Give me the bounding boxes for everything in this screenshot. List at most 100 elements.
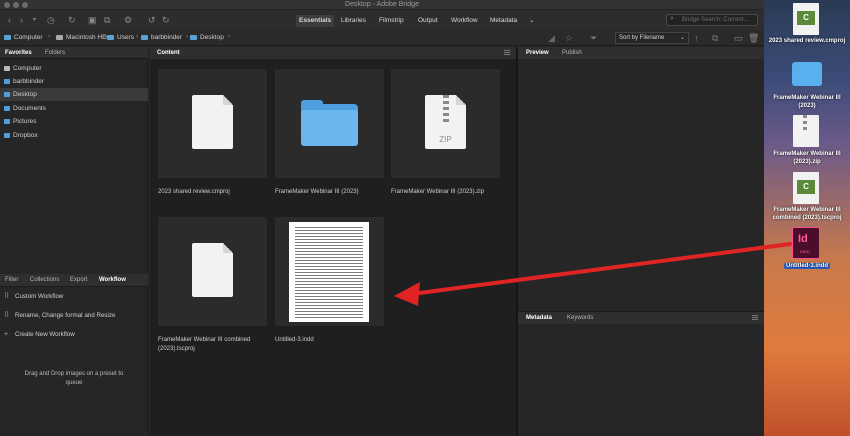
tab-workflow[interactable]: Workflow [99,276,126,284]
computer-icon [4,66,10,71]
desktop-item-label: 2023 shared review.cmproj [768,38,846,44]
tab-collections[interactable]: Collections [30,276,59,284]
camera-icon[interactable]: ▣ [88,14,97,26]
thumbnail-cmproj[interactable] [158,69,267,178]
computer-icon [4,34,11,40]
chevron-down-icon[interactable]: ▾ [33,14,36,26]
chevron-right-icon: › [228,33,231,40]
sort-dropdown[interactable]: Sort by Filename ⌄ [615,32,689,44]
recent-icon[interactable]: ◷ [47,14,55,26]
rotate-left-icon[interactable]: ↺ [148,14,156,26]
folder-icon [190,34,197,40]
folder-icon [4,119,10,124]
tab-folders[interactable]: Folders [45,49,65,57]
camtasia-badge: C [797,180,815,194]
quality-icon[interactable]: ◢ [548,32,555,44]
tab-filmstrip[interactable]: Filmstrip [379,16,404,26]
favorite-computer[interactable]: Computer [0,62,148,75]
new-folder-icon[interactable]: ▭ [734,32,743,44]
favorite-pictures[interactable]: Pictures [0,115,148,128]
breadcrumb-users[interactable]: Users [107,33,134,43]
chevron-right-icon: › [136,33,139,40]
desktop-item-label: FrameMaker Webinar III (2023) [773,95,841,109]
favorite-documents[interactable]: Documents [0,102,148,115]
zip-label: ZIP [439,135,452,144]
document-icon: C [793,172,819,204]
star-filter-icon[interactable]: ☆ [565,32,573,44]
document-icon: C [793,3,819,35]
tab-libraries[interactable]: Libraries [341,16,366,26]
page-preview [289,222,369,322]
tab-filter[interactable]: Filter [5,276,18,284]
folder-icon-front [301,110,358,146]
breadcrumb-macintosh-hd[interactable]: Macintosh HD [56,33,107,43]
search-input[interactable]: Bridge Search: Current... [666,14,758,26]
favorite-dropbox[interactable]: Dropbox [0,129,148,142]
content-tabs: Content [150,47,516,59]
forward-icon[interactable]: › [20,14,23,26]
tab-content[interactable]: Content [157,49,180,57]
favorite-barbbinder[interactable]: barbbinder [0,75,148,88]
filter-icon[interactable]: ⏷ [590,32,597,44]
breadcrumb-barbbinder[interactable]: barbbinder [141,33,182,43]
open-recent-icon[interactable]: ⧉ [712,32,718,44]
preview-tabs: Preview Publish [518,47,764,59]
thumbnail-folder[interactable] [275,69,384,178]
settings-icon[interactable]: ⚙ [124,14,132,26]
search-icon: ⌕ [670,15,674,22]
chevron-down-icon: ⌄ [679,35,685,41]
tab-export[interactable]: Export [70,276,87,284]
workflow-rename-resize[interactable]: ⠿ Rename, Change format and Resize [0,309,148,323]
content-panel: Content 2023 shared review.cmproj FrameM… [150,47,516,436]
delete-icon[interactable]: 🗑 [748,32,759,44]
tab-output[interactable]: Output [418,16,438,26]
desktop-item-label: Untitled-3.indd [784,263,830,269]
tab-essentials[interactable]: Essentials [296,15,335,27]
thumbnail-caption: FrameMaker Webinar III (2023) [275,189,359,195]
desktop-item-folder[interactable] [792,58,822,90]
desktop-item-tscproj[interactable]: C [793,172,819,204]
folder-icon [141,34,148,40]
tab-metadata[interactable]: Metadata [490,16,517,26]
desktop-item-cmproj[interactable]: C [793,3,819,35]
sort-ascending-icon[interactable]: ↑ [694,32,699,44]
get-photos-icon[interactable]: ⧉ [104,14,110,26]
zip-strip [803,115,807,131]
chevron-right-icon: › [186,33,189,40]
tab-preview[interactable]: Preview [526,49,549,57]
favorite-desktop[interactable]: Desktop [0,88,148,101]
preview-panel: Preview Publish [518,47,764,309]
thumbnail-caption: 2023 shared review.cmproj [158,189,230,195]
rotate-right-icon[interactable]: ↻ [162,14,170,26]
tab-publish[interactable]: Publish [562,49,582,57]
tab-workflow[interactable]: Workflow [451,16,478,26]
workflow-icon: ⠿ [4,293,10,300]
tab-metadata-panel[interactable]: Metadata [526,314,552,322]
title-bar: Desktop - Adobe Bridge [0,0,764,10]
folder-icon [4,79,10,84]
thumbnail-indd[interactable] [275,217,384,326]
folder-icon [792,62,822,86]
desktop-item-label: FrameMaker Webinar III combined (2023).t… [772,207,842,221]
breadcrumb-computer[interactable]: Computer [4,33,43,43]
thumbnail-zip[interactable]: ZIP [391,69,500,178]
back-icon[interactable]: ‹ [8,14,11,26]
tab-keywords[interactable]: Keywords [567,314,593,322]
breadcrumb-desktop[interactable]: Desktop [190,33,224,43]
folder-icon [4,92,10,97]
panel-menu-icon[interactable] [504,50,510,55]
tab-favorites[interactable]: Favorites [5,49,32,57]
desktop-item-zip[interactable] [793,115,819,147]
refresh-icon[interactable]: ↻ [68,14,76,26]
workflow-custom[interactable]: ⠿ Custom Workflow [0,290,148,304]
folder-icon [4,106,10,111]
create-new-workflow-button[interactable]: + Create New Workflow [0,328,148,342]
chevron-down-icon[interactable]: ⌄ [529,16,534,26]
panel-menu-icon[interactable] [752,315,758,320]
desktop: C 2023 shared review.cmproj FrameMaker W… [764,0,850,436]
drop-hint: Drag and Drop images on a preset to queu… [24,371,124,386]
zip-icon [793,115,819,147]
desktop-item-indd[interactable]: Id INDD [792,227,820,259]
indesign-icon: Id INDD [792,227,820,259]
thumbnail-tscproj[interactable] [158,217,267,326]
